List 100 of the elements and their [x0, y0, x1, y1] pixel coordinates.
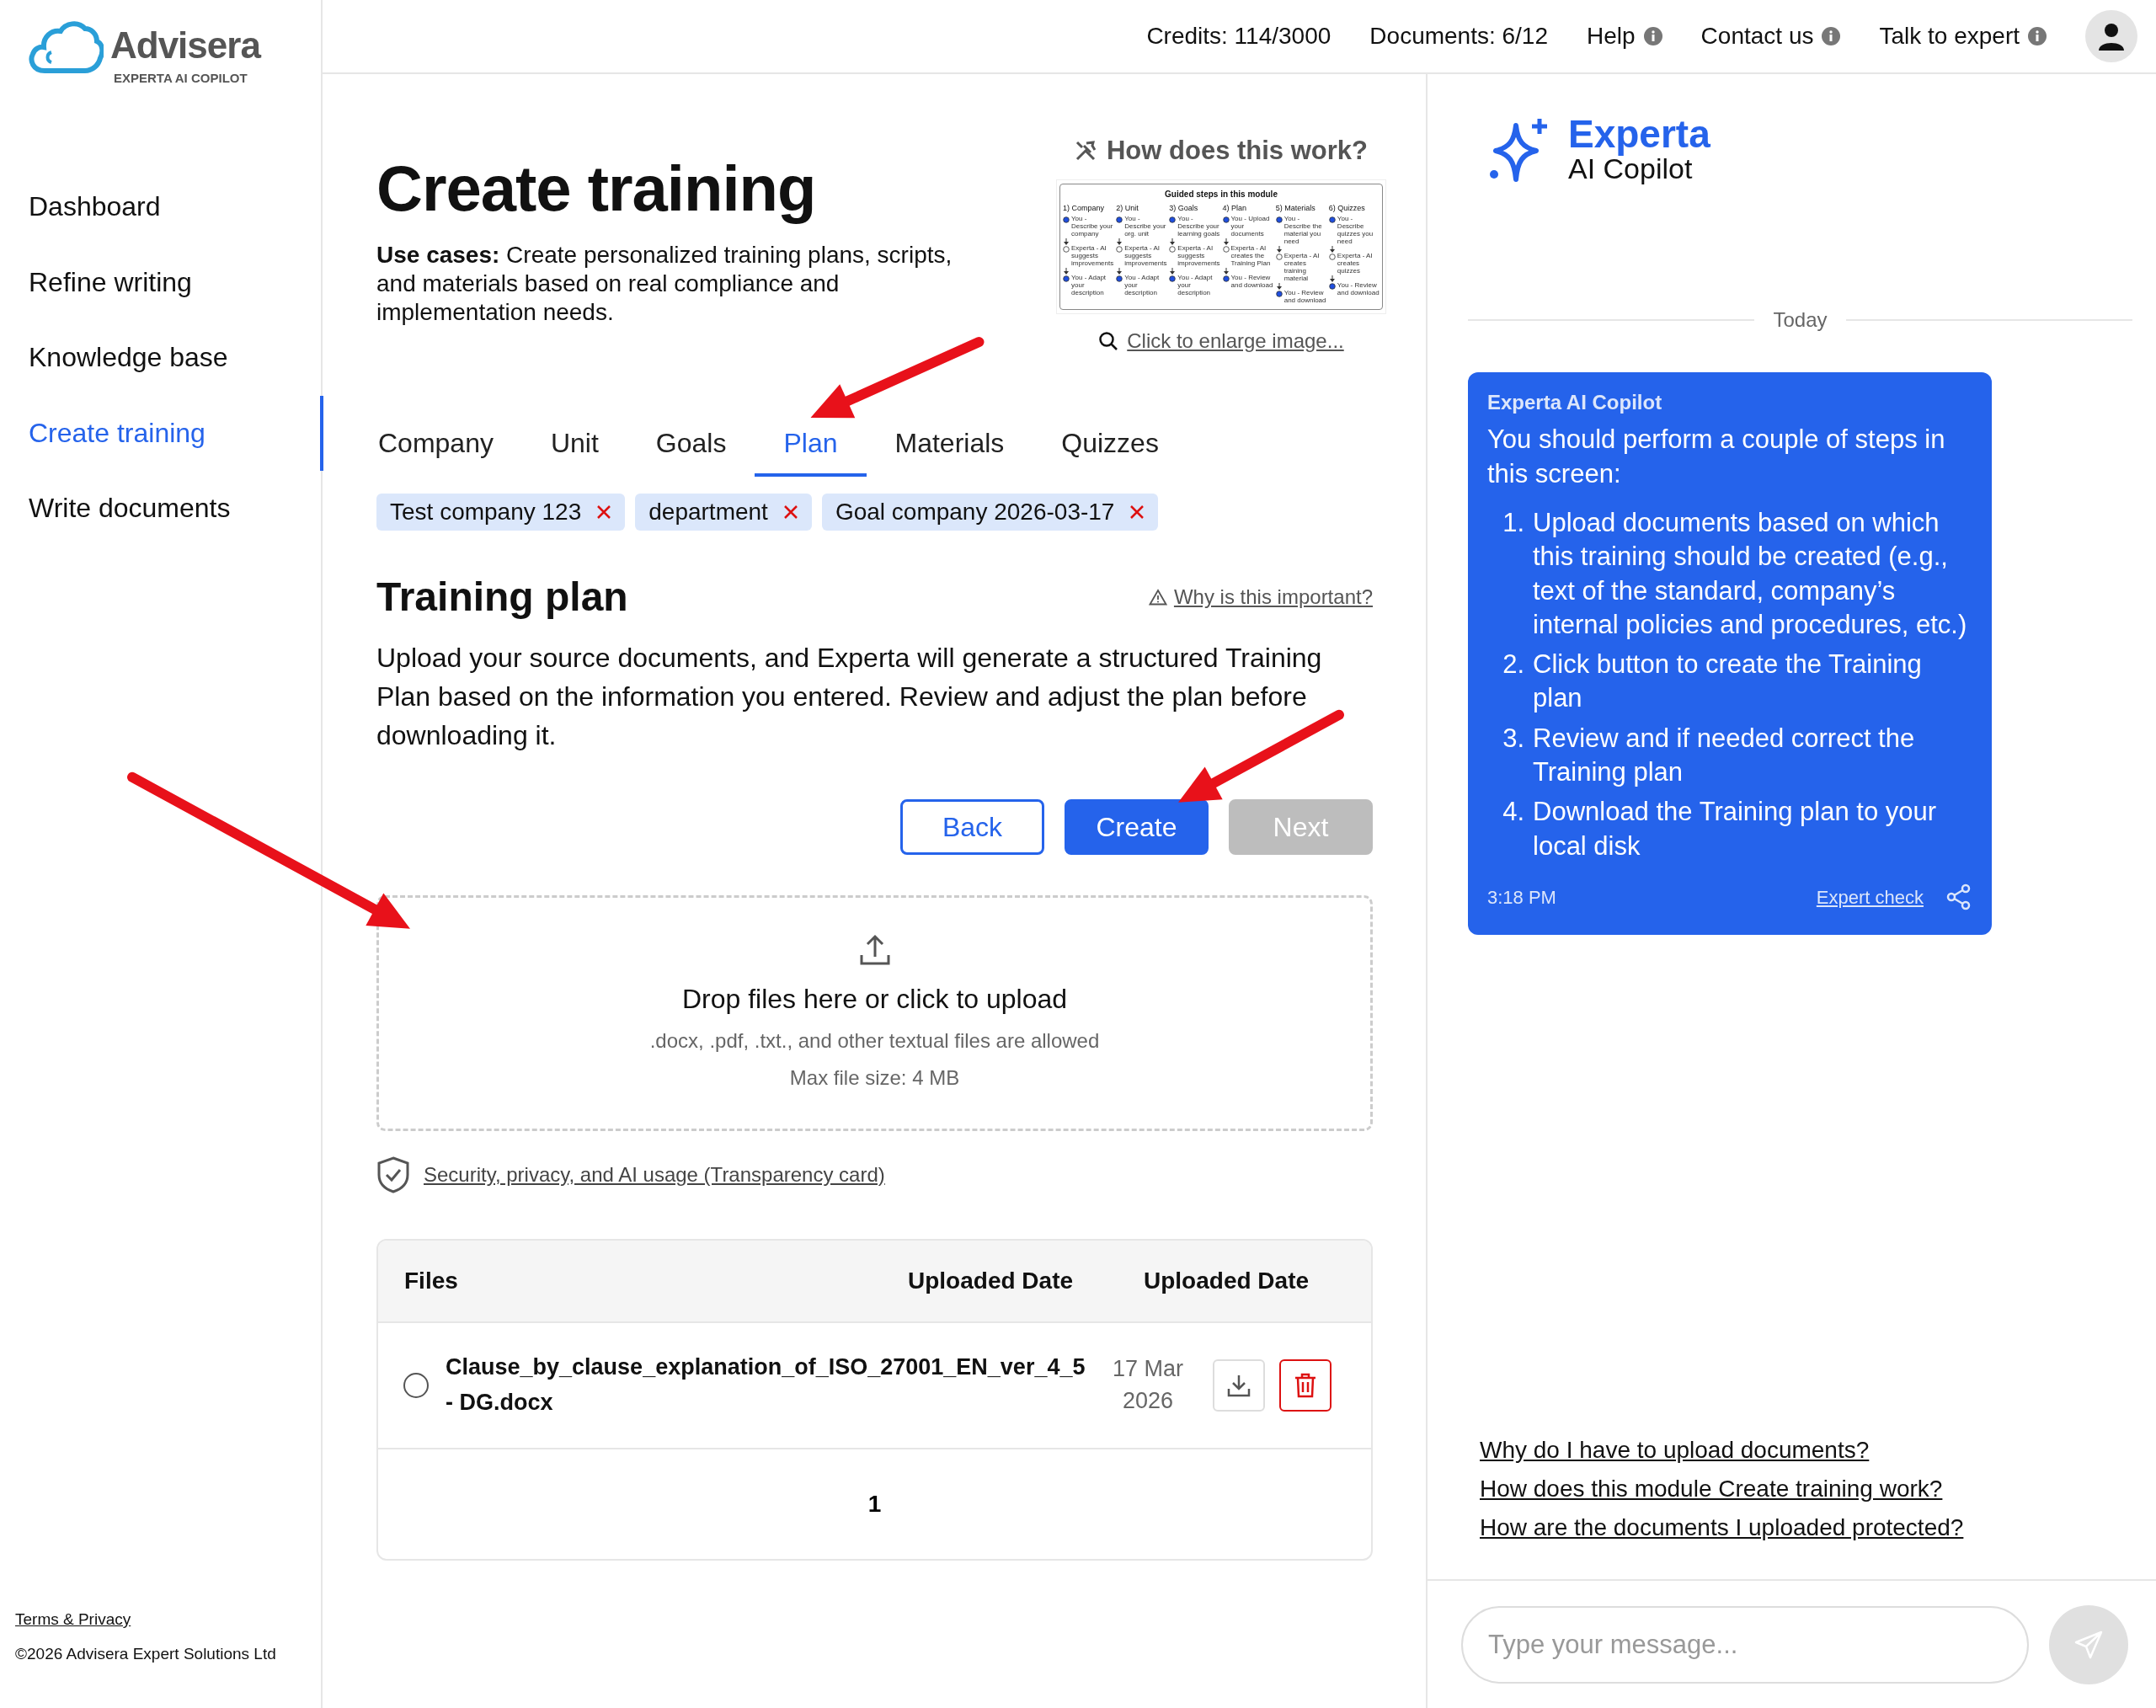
step-node-icon [1169, 275, 1177, 282]
step-number: 2. [1502, 649, 1524, 681]
step-label: 4) Plan [1222, 202, 1248, 214]
down-arrow-icon [1328, 245, 1336, 253]
tab[interactable]: Goals [627, 414, 755, 477]
delete-button[interactable] [1279, 1358, 1331, 1412]
down-arrow-icon [1116, 238, 1123, 245]
logo-text: Advisera [110, 27, 260, 64]
section-title: Training plan [376, 574, 628, 621]
sidebar-item[interactable]: Dashboard [0, 169, 323, 245]
header-link[interactable]: Help [1587, 19, 1662, 54]
down-arrow-icon [1116, 267, 1123, 275]
step-note: Experta - AI suggests improvements [1177, 244, 1220, 268]
radio-button[interactable] [403, 1372, 429, 1398]
step-number: 1. [1502, 507, 1524, 539]
use-cases-text: Use cases: Create personalized training plans, scripts, and materials based on real compliance and implementation needs. [376, 240, 953, 327]
step-node-icon [1063, 245, 1070, 253]
step-note: You - Adapt your description [1071, 274, 1107, 297]
enlarge-link[interactable]: Click to enlarge image... [1098, 325, 1344, 356]
remove-button[interactable] [1129, 504, 1145, 520]
remove-button[interactable] [596, 504, 612, 520]
dropzone-hint: .docx, .pdf, .txt., and other textual files are allowed [649, 1027, 1100, 1054]
step-node-icon [1063, 275, 1070, 282]
copyright-text: ©2026 Advisera Expert Solutions Ltd [15, 1643, 277, 1664]
step-note: You - Describe the material you need [1283, 216, 1323, 246]
step-node-icon [1222, 275, 1230, 282]
sidebar-item[interactable]: Refine writing [0, 244, 323, 321]
down-arrow-icon [1275, 282, 1283, 290]
file-name: Clause_by_clause_explanation_of_ISO_27001_EN_ver_4_5 - DG.docx [446, 1353, 1086, 1417]
suggestion-link[interactable]: Why do I have to upload documents? [1480, 1433, 1870, 1468]
step-note: You - Describe quizzes you need [1337, 216, 1374, 246]
share-icon[interactable] [1945, 883, 1972, 911]
step-node-icon [1116, 275, 1123, 282]
sidebar-item[interactable]: Write documents [0, 471, 323, 547]
step-note: Experta - AI suggests improvements [1071, 244, 1114, 268]
step-node-icon [1222, 216, 1230, 223]
column-header: Uploaded Date [1144, 1266, 1310, 1295]
action-button[interactable]: Create [1065, 798, 1209, 855]
header-link[interactable]: Contact us [1700, 19, 1841, 54]
sidebar-item[interactable]: Create training [0, 395, 323, 472]
down-arrow-icon [1222, 238, 1230, 245]
usage-stat: Credits: 114/3000 [1146, 22, 1331, 51]
step-label: 1) Company [1063, 202, 1106, 214]
step-node-icon [1328, 282, 1336, 290]
step-label: 2) Unit [1116, 202, 1139, 214]
step-node-icon [1116, 245, 1123, 253]
step-note: You - Upload your documents [1230, 216, 1271, 238]
terms-link[interactable]: Terms & Privacy [15, 1608, 131, 1632]
tab[interactable]: Quizzes [1033, 414, 1187, 477]
message-input[interactable]: Type your message... [1461, 1605, 2029, 1684]
down-arrow-icon [1063, 267, 1070, 275]
step-note: You - Adapt your description [1124, 274, 1161, 297]
diagram-title: Guided steps in this module [1164, 188, 1278, 200]
close-icon [596, 504, 612, 520]
step-number: 4. [1502, 796, 1524, 829]
upload-date: 17 Mar 2026 [1111, 1354, 1184, 1415]
remove-button[interactable] [782, 504, 798, 520]
expert-check-link[interactable]: Expert check [1816, 883, 1924, 911]
chip-label: Goal company 2026-03-17 [835, 498, 1115, 526]
suggestion-link[interactable]: How are the documents I uploaded protected? [1480, 1510, 1964, 1545]
why-link[interactable]: Why is this important? [1148, 581, 1373, 612]
action-button[interactable]: Back [900, 798, 1044, 855]
max-size-text: Max file size: 4 MB [789, 1065, 960, 1091]
column-header: Uploaded Date [908, 1266, 1075, 1295]
step-node-icon [1222, 245, 1230, 253]
message-time: 3:18 PM [1487, 885, 1556, 910]
step-note: You - Review and download [1337, 281, 1380, 297]
search-icon [1098, 330, 1119, 351]
user-icon [2097, 22, 2126, 51]
download-button[interactable] [1213, 1358, 1265, 1412]
chip-label: Test company 123 [390, 498, 582, 526]
message-step: Upload documents based on which this training should be created (e.g., text of the standard, company’s internal policies and procedures, etc.) [1533, 506, 1972, 643]
step-node-icon [1116, 216, 1123, 223]
step-node-icon [1328, 253, 1336, 260]
tab[interactable]: Unit [521, 414, 627, 477]
logo-tagline: EXPERTA AI COPILOT [114, 70, 248, 87]
info-icon [1643, 27, 1662, 45]
warning-icon [1148, 588, 1167, 606]
security-link[interactable]: Security, privacy, and AI usage (Transparency card) [424, 1159, 885, 1190]
down-arrow-icon [1063, 238, 1070, 245]
step-node-icon [1328, 216, 1336, 223]
tab[interactable]: Materials [866, 414, 1033, 477]
step-label: 3) Goals [1169, 202, 1199, 214]
step-note: You - Review and download [1230, 274, 1273, 290]
date-divider: Today [1773, 307, 1828, 334]
step-node-icon [1275, 290, 1283, 297]
header-link[interactable]: Talk to expert [1879, 19, 2047, 54]
page-button[interactable]: 1 [862, 1485, 887, 1523]
section-description: Upload your source documents, and Experta will generate a structured Training Plan based on the information you entered. Review and adjust the plan before downloading it. [376, 641, 1323, 753]
down-arrow-icon [1169, 267, 1177, 275]
message-step: Review and if needed correct the Training plan [1533, 721, 1972, 790]
step-note: You - Review and download [1283, 289, 1326, 305]
tab[interactable]: Company [350, 414, 522, 477]
diagram-thumbnail[interactable] [1056, 179, 1386, 314]
step-node-icon [1275, 253, 1283, 260]
step-label: 5) Materials [1275, 202, 1316, 214]
close-icon [1129, 504, 1145, 520]
suggestion-link[interactable]: How does this module Create training work? [1480, 1471, 1943, 1507]
sidebar-item[interactable]: Knowledge base [0, 320, 323, 396]
step-note: Experta - AI creates the Training Plan [1230, 244, 1272, 268]
